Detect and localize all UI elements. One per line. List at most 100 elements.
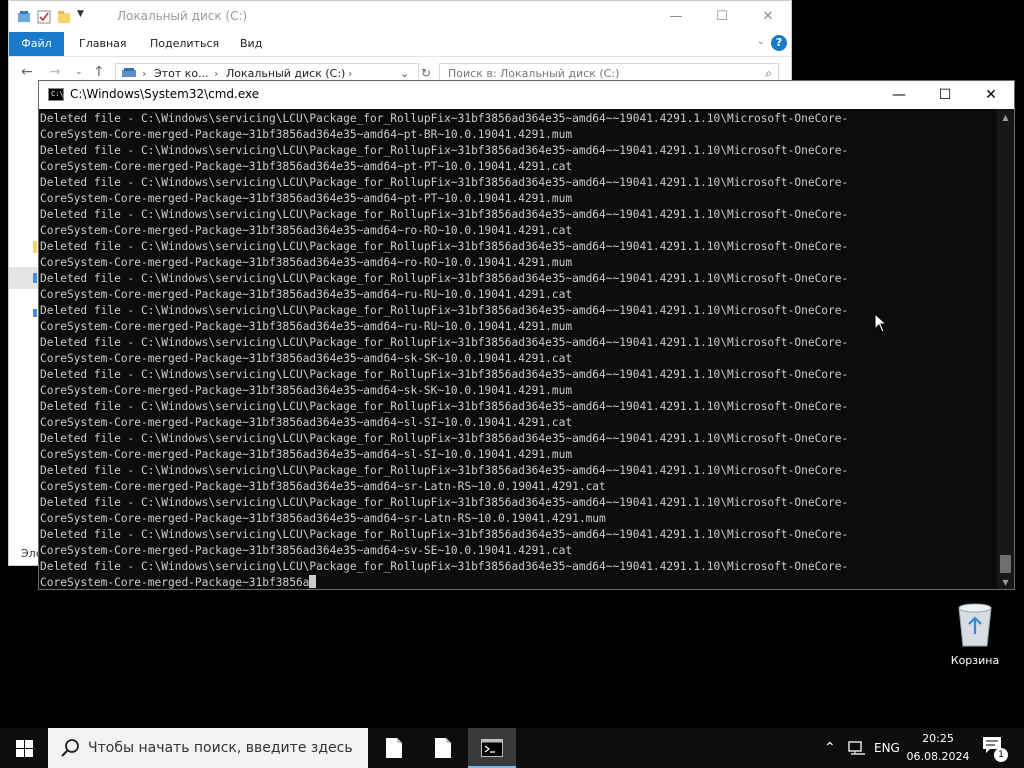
console-line: Deleted file - C:\Windows\servicing\LCU\… [40,336,849,349]
properties-icon[interactable] [37,9,51,24]
clock-date: 06.08.2024 [906,750,970,763]
start-button[interactable] [0,728,48,768]
notification-count-badge: 1 [994,748,1008,762]
console-line: Deleted file - C:\Windows\servicing\LCU\… [40,240,849,253]
ribbon-tab-view[interactable]: Вид [240,32,262,56]
cmd-close-button[interactable]: ✕ [968,81,1014,109]
explorer-title: Локальный диск (C:) [117,9,248,23]
cmd-app-icon: C:\ [48,88,64,101]
taskbar-app-document-2[interactable] [419,728,467,768]
recycle-bin-label: Корзина [950,654,1000,667]
search-icon: ⌕ [765,66,772,80]
console-line: CoreSystem-Core-merged-Package~31bf3856a… [40,480,606,493]
console-line: Deleted file - C:\Windows\servicing\LCU\… [40,560,849,573]
console-line: Deleted file - C:\Windows\servicing\LCU\… [40,528,849,541]
text-cursor [309,575,317,588]
refresh-icon[interactable]: ↻ [421,66,431,80]
recent-locations-icon[interactable]: ⌄ [75,67,83,77]
address-separator-icon: › [348,67,353,80]
quick-access-toolbar: ▼ [17,9,91,24]
console-line: Deleted file - C:\Windows\servicing\LCU\… [40,112,849,125]
search-icon [61,739,79,757]
cmd-titlebar[interactable]: C:\ C:\Windows\System32\cmd.exe — ☐ ✕ [39,81,1014,109]
scroll-up-icon[interactable]: ▲ [997,109,1014,126]
address-separator-icon: › [214,67,219,80]
console-line: CoreSystem-Core-merged-Package~31bf3856a… [40,544,573,557]
console-line: CoreSystem-Core-merged-Package~31bf3856a… [40,192,573,205]
address-segment-this-pc[interactable]: Этот ко... [154,67,209,80]
mouse-cursor-icon [874,312,888,337]
taskbar-search-box[interactable]: Чтобы начать поиск, введите здесь [48,728,368,768]
cmd-window[interactable]: C:\ C:\Windows\System32\cmd.exe — ☐ ✕ De… [38,80,1015,590]
scrollbar-thumb[interactable] [1000,555,1011,573]
address-dropdown-icon[interactable]: ⌄ [400,67,409,80]
console-line: CoreSystem-Core-merged-Package~31bf3856a… [40,224,573,237]
scroll-down-icon[interactable]: ▼ [997,574,1014,589]
explorer-titlebar[interactable]: ▼ Локальный диск (C:) — ☐ ✕ [9,1,791,32]
taskbar-search-placeholder: Чтобы начать поиск, введите здесь [88,740,353,756]
address-segment-local-disk[interactable]: Локальный диск (C:) [226,67,345,80]
console-line: CoreSystem-Core-merged-Package~31bf3856a… [40,320,573,333]
recycle-bin-icon [958,603,992,647]
console-output[interactable]: Deleted file - C:\Windows\servicing\LCU\… [39,109,999,589]
cmd-title: C:\Windows\System32\cmd.exe [70,87,260,101]
explorer-minimize-button[interactable]: — [653,1,699,32]
console-line: CoreSystem-Core-merged-Package~31bf3856a… [40,256,573,269]
explorer-close-button[interactable]: ✕ [745,1,791,32]
network-icon [848,741,865,755]
console-line: Deleted file - C:\Windows\servicing\LCU\… [40,400,849,413]
console-line: Deleted file - C:\Windows\servicing\LCU\… [40,304,849,317]
ribbon-tab-share[interactable]: Поделиться [150,32,219,56]
console-line: Deleted file - C:\Windows\servicing\LCU\… [40,464,849,477]
ribbon: Файл Главная Поделиться Вид ⌄ ? [9,32,791,57]
nav-pane-selected-fragment[interactable] [9,267,39,289]
explorer-maximize-button[interactable]: ☐ [699,1,745,32]
new-folder-icon[interactable] [57,9,71,23]
nav-pane-fragment [9,239,39,255]
network-button[interactable] [848,728,866,768]
console-line: Deleted file - C:\Windows\servicing\LCU\… [40,432,849,445]
help-icon[interactable]: ? [771,35,787,51]
cmd-minimize-button[interactable]: — [876,81,922,109]
recycle-bin[interactable]: Корзина [944,600,1006,667]
show-hidden-icons-button[interactable]: ⌃ [824,728,836,768]
back-arrow-icon[interactable]: ← [21,64,33,80]
console-line: Deleted file - C:\Windows\servicing\LCU\… [40,272,849,285]
console-line: CoreSystem-Core-merged-Package~31bf3856a… [40,512,606,525]
ribbon-expand-icon[interactable]: ⌄ [757,36,765,47]
console-line: Deleted file - C:\Windows\servicing\LCU\… [40,208,849,221]
console-line: Deleted file - C:\Windows\servicing\LCU\… [40,144,849,157]
cmd-icon [481,739,503,757]
console-prompt-line: CoreSystem-Core-merged-Package~31bf3856a [40,575,999,589]
input-language-button[interactable]: ENG [874,728,900,768]
console-scrollbar[interactable]: ▲ ▼ [997,109,1014,589]
explorer-search-placeholder: Поиск в: Локальный диск (C:) [448,67,620,80]
forward-arrow-icon[interactable]: → [49,64,61,80]
console-line: CoreSystem-Core-merged-Package~31bf3856a… [40,384,573,397]
console-line: CoreSystem-Core-merged-Package~31bf3856a… [40,448,573,461]
qat-dropdown-icon[interactable]: ▼ [77,9,91,23]
taskbar: Чтобы начать поиск, введите здесь ⌃ ENG … [0,728,1024,768]
taskbar-app-cmd[interactable] [468,728,516,768]
console-line: Deleted file - C:\Windows\servicing\LCU\… [40,176,849,189]
taskbar-app-document-1[interactable] [370,728,418,768]
console-line: CoreSystem-Core-merged-Package~31bf3856a… [40,160,573,173]
chevron-up-icon: ⌃ [824,740,836,756]
clock[interactable]: 20:25 06.08.2024 [904,730,972,766]
ribbon-tab-home[interactable]: Главная [79,32,127,56]
console-line: CoreSystem-Core-merged-Package~31bf3856a… [40,352,573,365]
console-line: Deleted file - C:\Windows\servicing\LCU\… [40,368,849,381]
address-separator-icon: › [142,67,147,80]
console-line: Deleted file - C:\Windows\servicing\LCU\… [40,496,849,509]
windows-logo-icon [15,739,33,757]
document-icon [435,738,451,758]
console-line: CoreSystem-Core-merged-Package~31bf3856a… [40,128,573,141]
console-line: CoreSystem-Core-merged-Package~31bf3856a… [40,288,573,301]
document-icon [386,738,402,758]
console-prompt-text: CoreSystem-Core-merged-Package~31bf3856a [40,576,310,589]
cmd-maximize-button[interactable]: ☐ [922,81,968,109]
nav-pane-fragment [9,307,39,319]
clock-time: 20:25 [922,732,954,745]
ribbon-tab-file[interactable]: Файл [9,32,64,56]
up-arrow-icon[interactable]: ↑ [93,64,105,80]
